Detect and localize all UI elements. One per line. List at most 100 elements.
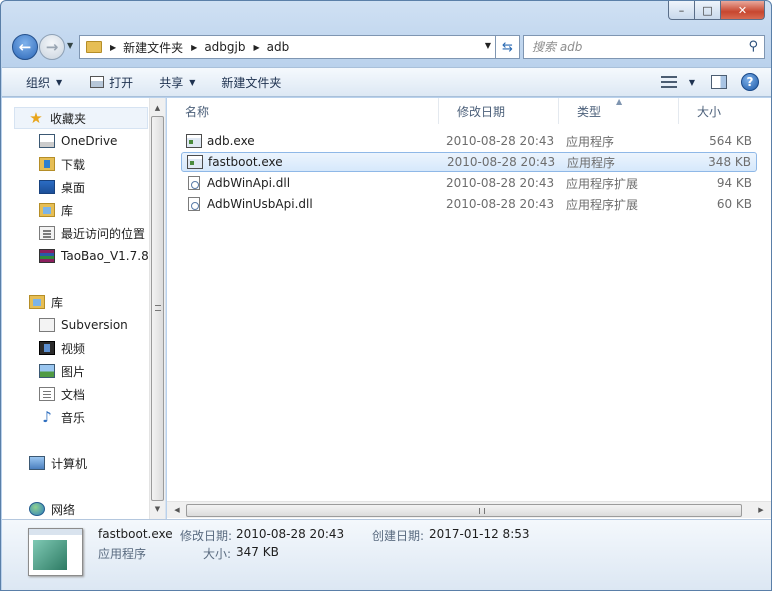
file-date: 2010-08-28 20:43 [446,176,555,190]
file-row[interactable]: adb.exe 2010-08-28 20:43 应用程序 564 KB [181,131,757,151]
file-list: 名称 修改日期 类型 ▲ 大小 adb.exe 2010-08-28 20:43… [167,97,771,519]
star-icon: ★ [29,109,43,127]
library-icon [39,203,55,217]
scroll-down-icon[interactable]: ▼ [150,501,165,517]
recent-pages-dropdown[interactable]: ▼ [67,41,73,50]
chevron-down-icon: ▼ [189,77,196,87]
nav-item-videos[interactable]: 视频 [39,337,85,359]
file-name: adb.exe [207,134,255,148]
nav-favorites[interactable]: ★ 收藏夹 [14,107,148,129]
file-date: 2010-08-28 20:43 [447,155,556,169]
file-date: 2010-08-28 20:43 [446,134,555,148]
address-dropdown[interactable]: ▼ [485,41,491,50]
nav-libraries[interactable]: 库 [29,291,63,313]
nav-item-documents[interactable]: 文档 [39,383,85,405]
file-type: 应用程序 [567,155,616,170]
nav-item-pictures[interactable]: 图片 [39,360,85,382]
grip-icon [155,305,161,311]
new-folder-button[interactable]: 新建文件夹 [213,70,289,94]
scroll-right-icon[interactable]: ▶ [753,502,769,518]
nav-network[interactable]: 网络 [29,498,75,519]
column-label: 名称 [185,104,210,119]
sort-indicator-icon: ▲ [616,97,623,106]
view-options-icon[interactable] [660,76,677,88]
network-icon [29,502,45,516]
breadcrumb-item[interactable]: 新建文件夹 [123,39,183,56]
back-button[interactable]: ← [12,34,38,60]
nav-label: 下载 [61,157,86,172]
file-row[interactable]: fastboot.exe 2010-08-28 20:43 应用程序 348 K… [181,152,757,172]
organize-menu[interactable]: 组织 ▼ [18,70,70,94]
scroll-left-icon[interactable]: ◀ [169,502,185,518]
search-icon[interactable]: ⚲ [748,39,758,54]
scroll-up-icon[interactable]: ▲ [150,100,165,116]
explorer-window: – □ ✕ ← → ▼ ▶ 新建文件夹 ▶ adbgjb ▶ adb ▼ ⇆ ⚲… [0,0,772,591]
file-name: fastboot.exe [208,155,283,169]
nav-vertical-scrollbar[interactable]: ▲ ▼ [149,98,165,519]
maximize-button[interactable]: □ [695,1,721,20]
file-type: 应用程序扩展 [566,176,639,191]
search-input[interactable] [532,40,742,54]
file-row[interactable]: AdbWinUsbApi.dll 2010-08-28 20:43 应用程序扩展… [181,194,757,214]
nav-label: 图片 [61,364,86,379]
address-bar[interactable]: ▶ 新建文件夹 ▶ adbgjb ▶ adb ▼ [79,35,496,59]
desktop-icon [39,180,55,194]
view-controls: ▼ ? [660,68,771,96]
breadcrumb-separator[interactable]: ▶ [110,43,116,52]
documents-icon [39,387,55,401]
details-created-value: 2017-01-12 8:53 [429,527,530,541]
nav-item-taobao[interactable]: TaoBao_V1.7.8. [39,245,153,267]
column-header-size[interactable]: 大小 [679,98,759,124]
nav-label: 视频 [61,341,86,356]
breadcrumb-item[interactable]: adb [267,40,290,54]
nav-item-desktop[interactable]: 桌面 [39,176,85,198]
nav-label: 桌面 [61,180,86,195]
file-row[interactable]: AdbWinApi.dll 2010-08-28 20:43 应用程序扩展 94… [181,173,757,193]
details-modified-value: 2010-08-28 20:43 [236,527,345,541]
scrollbar-thumb[interactable] [151,116,164,501]
nav-label: 音乐 [61,410,86,425]
search-box[interactable]: ⚲ [523,35,765,59]
nav-label: 收藏夹 [50,111,87,126]
column-header-date[interactable]: 修改日期 [439,98,559,124]
nav-computer[interactable]: 计算机 [29,452,87,474]
breadcrumb-separator[interactable]: ▶ [253,43,259,52]
file-size: 60 KB [716,197,752,211]
command-bar: 组织 ▼ 打开 共享 ▼ 新建文件夹 ▼ ? [2,67,771,97]
details-file-name: fastboot.exe [98,527,173,541]
downloads-icon [39,157,55,171]
share-label: 共享 [159,75,184,90]
refresh-icon: ⇆ [502,39,513,55]
nav-label: 最近访问的位置 [61,226,146,241]
nav-item-downloads[interactable]: 下载 [39,153,85,175]
navigation-pane: ★ 收藏夹 OneDrive 下载 桌面 库 最近访问的位置 TaoBao_V1… [2,98,166,519]
open-button[interactable]: 打开 [82,70,141,94]
close-button[interactable]: ✕ [721,1,765,20]
preview-pane-icon[interactable] [711,75,727,89]
nav-item-library[interactable]: 库 [39,199,73,221]
forward-button[interactable]: → [39,34,65,60]
help-icon[interactable]: ? [741,73,759,91]
nav-label: 网络 [51,502,76,517]
dll-file-icon [188,197,200,211]
details-created-label: 创建日期: [372,529,425,543]
file-horizontal-scrollbar[interactable]: ◀ ▶ [167,501,771,518]
breadcrumb-separator[interactable]: ▶ [191,43,197,52]
nav-item-subversion[interactable]: Subversion [39,314,128,336]
breadcrumb-item[interactable]: adbgjb [204,40,245,54]
open-icon [90,76,105,88]
nav-label: 计算机 [51,456,88,471]
nav-item-recent-places[interactable]: 最近访问的位置 [39,222,145,244]
refresh-button[interactable]: ⇆ [496,35,520,59]
subversion-icon [39,318,55,332]
nav-label: 库 [61,203,74,218]
column-header-name[interactable]: 名称 [167,98,439,124]
chevron-down-icon[interactable]: ▼ [689,78,695,87]
minimize-button[interactable]: – [668,1,695,20]
scrollbar-thumb[interactable] [186,504,742,517]
chevron-down-icon: ▼ [56,77,63,87]
address-row: ← → ▼ ▶ 新建文件夹 ▶ adbgjb ▶ adb ▼ ⇆ ⚲ [9,32,767,62]
share-menu[interactable]: 共享 ▼ [151,70,203,94]
nav-item-music[interactable]: ♪ 音乐 [39,406,85,428]
nav-item-onedrive[interactable]: OneDrive [39,130,117,152]
